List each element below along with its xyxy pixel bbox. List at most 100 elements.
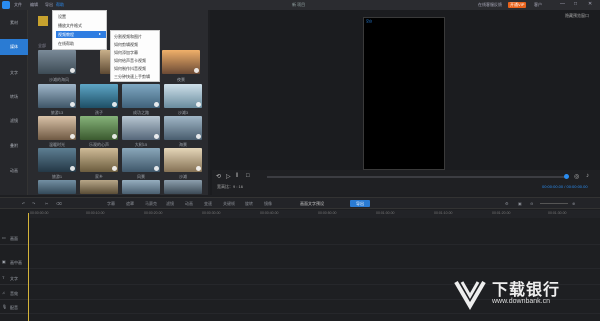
text-track-icon: T <box>2 275 5 280</box>
download-icon[interactable] <box>70 102 75 107</box>
zoom-out-icon[interactable]: ⊖ <box>530 201 533 206</box>
media-thumbnail[interactable] <box>162 50 200 74</box>
tool-mask[interactable]: 遮罩 <box>126 201 134 207</box>
download-icon[interactable] <box>70 166 75 171</box>
media-thumbnail[interactable] <box>122 84 160 108</box>
fit-icon[interactable]: ▣ <box>518 201 522 206</box>
media-thumbnail[interactable] <box>38 116 76 140</box>
download-icon[interactable] <box>196 134 201 139</box>
nav-item-filter[interactable]: 滤镜 <box>0 113 28 129</box>
close-icon[interactable]: ✕ <box>588 1 592 7</box>
library-folder-icon <box>38 16 48 26</box>
zoom-slider[interactable] <box>540 203 568 204</box>
tool-rotate[interactable]: 旋转 <box>245 201 253 207</box>
media-thumbnail[interactable] <box>122 180 160 194</box>
tool-filter[interactable]: 滤镜 <box>166 201 174 207</box>
tool-mirror[interactable]: 镜像 <box>264 201 272 207</box>
delete-icon[interactable]: ⌫ <box>56 201 62 206</box>
menu-edit[interactable]: 编辑 <box>30 2 38 8</box>
download-icon[interactable] <box>154 102 159 107</box>
download-icon[interactable] <box>196 166 201 171</box>
nav-item-text[interactable]: 文字 <box>0 65 28 81</box>
track-row[interactable] <box>28 231 600 245</box>
submenu-item[interactable]: 如何添加字幕 <box>114 49 159 56</box>
settings-icon[interactable]: ⚙ <box>505 201 509 206</box>
nav-item-transition[interactable]: 转场 <box>0 89 28 105</box>
track-row[interactable] <box>28 255 600 269</box>
submenu-item[interactable]: 分割视频和图片 <box>114 33 159 40</box>
download-icon[interactable] <box>70 134 75 139</box>
media-thumbnail[interactable] <box>164 116 202 140</box>
media-thumbnail[interactable] <box>80 84 118 108</box>
tool-mosaic[interactable]: 马赛克 <box>145 201 157 207</box>
pause-icon[interactable]: ‖ <box>236 173 238 179</box>
media-thumbnail[interactable] <box>80 180 118 194</box>
text-preset-link[interactable]: 画面文字预设 <box>300 201 324 207</box>
track-label: 画面 <box>10 236 18 241</box>
media-thumbnail[interactable] <box>80 116 118 140</box>
feedback-link[interactable]: 反馈 <box>494 2 502 8</box>
media-thumbnail[interactable] <box>164 148 202 172</box>
account-link[interactable]: 客户 <box>534 2 542 8</box>
media-thumbnail[interactable] <box>164 180 202 194</box>
nav-item-media[interactable]: 媒体 <box>0 39 28 55</box>
download-icon[interactable] <box>112 166 117 171</box>
tool-animation[interactable]: 动画 <box>185 201 193 207</box>
tool-subtitle[interactable]: 字幕 <box>107 201 115 207</box>
stop-icon[interactable]: □ <box>246 173 250 179</box>
playhead[interactable] <box>28 213 29 321</box>
aspect-ratio-label[interactable]: 宽高比：9 : 16 <box>217 184 243 190</box>
nav-item-overlay[interactable]: 叠附 <box>0 138 28 154</box>
tool-speed[interactable]: 变速 <box>204 201 212 207</box>
undo-icon[interactable]: ↶ <box>22 201 25 206</box>
download-icon[interactable] <box>70 68 75 73</box>
menu-item-settings[interactable]: 设置 <box>56 13 106 20</box>
submenu-item[interactable]: 三分钟快速上手剪辑 <box>114 73 159 80</box>
playback-progress[interactable] <box>267 174 569 179</box>
menu-item-online-help[interactable]: 在线帮助 <box>56 40 106 47</box>
media-thumbnail[interactable] <box>122 148 160 172</box>
hide-preview-toggle[interactable]: 隐藏预览窗口 <box>565 13 589 19</box>
media-thumbnail[interactable] <box>122 116 160 140</box>
timeline-ruler[interactable]: 00:00:00.00 00:00:10.00 00:00:20.00 00:0… <box>28 210 600 218</box>
vip-badge[interactable]: 开通VIP <box>508 2 527 8</box>
zoom-in-icon[interactable]: ⊕ <box>572 201 575 206</box>
submenu-item[interactable]: 如何剪辑视频 <box>114 41 159 48</box>
download-icon[interactable] <box>154 166 159 171</box>
menu-item-playback-format[interactable]: 播放文件格式 <box>56 22 106 29</box>
media-thumbnail[interactable] <box>38 84 76 108</box>
media-thumbnail[interactable] <box>38 50 76 74</box>
tool-keyframe[interactable]: 关键帧 <box>223 201 235 207</box>
media-thumbnail[interactable] <box>38 148 76 172</box>
nav-item-animation[interactable]: 动画 <box>0 163 28 179</box>
ruler-tick: 00:00:50.00 <box>318 211 337 215</box>
timecode: 00:00:00.00 / 00:00:00.00 <box>542 184 588 189</box>
download-icon[interactable] <box>196 102 201 107</box>
submenu-item[interactable]: 如何制作抖音视频 <box>114 65 159 72</box>
preview-canvas[interactable]: 空白 <box>363 17 445 170</box>
menu-export[interactable]: 导出 <box>45 2 53 8</box>
media-thumbnail[interactable] <box>80 148 118 172</box>
rewind-icon[interactable]: ⟲ <box>216 173 221 180</box>
online-service-link[interactable]: 在线客服 <box>478 2 494 8</box>
download-icon[interactable] <box>154 134 159 139</box>
minimize-icon[interactable]: — <box>560 1 565 7</box>
download-icon[interactable] <box>194 68 199 73</box>
menu-help[interactable]: 帮助 <box>56 2 64 8</box>
download-icon[interactable] <box>112 134 117 139</box>
download-icon[interactable] <box>112 102 117 107</box>
nav-item-material[interactable]: 素材 <box>0 15 28 31</box>
progress-knob[interactable] <box>564 174 569 179</box>
split-icon[interactable]: ✂ <box>45 201 48 206</box>
media-thumbnail[interactable] <box>38 180 76 194</box>
submenu-item[interactable]: 如何给声音卡视频 <box>114 57 159 64</box>
redo-icon[interactable]: ↷ <box>32 201 35 206</box>
snapshot-icon[interactable]: ◎ <box>574 173 579 180</box>
menu-file[interactable]: 文件 <box>14 2 22 8</box>
maximize-icon[interactable]: □ <box>574 1 577 7</box>
media-thumbnail[interactable] <box>164 84 202 108</box>
library-filter[interactable]: 全部 <box>38 43 46 49</box>
export-button[interactable]: 导出 <box>350 200 370 207</box>
play-icon[interactable]: ▷ <box>226 173 231 180</box>
volume-icon[interactable]: ♪ <box>586 173 589 179</box>
